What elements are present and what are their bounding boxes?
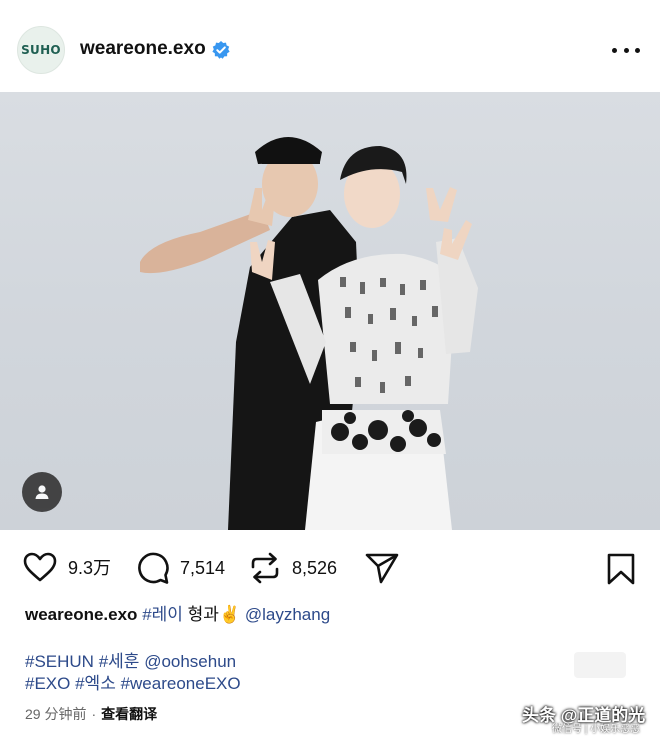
comment-action[interactable]: 7,514 (136, 551, 225, 585)
profile-avatar[interactable]: SUHO (17, 26, 65, 74)
repost-icon[interactable] (248, 551, 282, 585)
blurred-area (574, 652, 626, 678)
tagged-user-icon[interactable] (22, 472, 62, 512)
hashtag-sehun[interactable]: #SEHUN (25, 652, 94, 671)
comment-count: 7,514 (180, 557, 226, 578)
mention-oohsehun[interactable]: @oohsehun (144, 652, 236, 671)
hashtag-exo-korean[interactable]: #엑소 (75, 674, 116, 693)
post-caption: weareone.exo #레이 형과✌️ @layzhang (25, 604, 330, 626)
post-action-bar: 9.3万 7,514 8,526 (0, 545, 660, 591)
repost-action[interactable]: 8,526 (248, 551, 337, 585)
hashtag-line-2: #EXO #엑소 #weareoneEXO (25, 673, 241, 695)
hashtag-sehun-korean[interactable]: #세훈 (99, 652, 140, 671)
like-count: 9.3万 (68, 558, 112, 578)
hashtag-line-1: #SEHUN #세훈 @oohsehun (25, 651, 236, 673)
post-photo[interactable] (0, 92, 660, 530)
avatar-text: SUHO (21, 43, 61, 57)
heart-icon[interactable] (22, 551, 58, 583)
caption-mention[interactable]: @layzhang (245, 605, 330, 624)
post-photo-illustration (140, 137, 478, 530)
meta-separator: · (91, 706, 97, 722)
more-options-icon[interactable] (612, 40, 640, 60)
see-translation-link[interactable]: 查看翻译 (101, 706, 157, 722)
repost-count: 8,526 (292, 557, 338, 578)
caption-text: 형과✌️ (182, 605, 245, 624)
hashtag-weareoneexo[interactable]: #weareoneEXO (121, 674, 241, 693)
post-username[interactable]: weareone.exo (80, 38, 206, 60)
verified-badge-icon (212, 41, 230, 59)
watermark-sub: 微信号 | 小娱乐恶恶 (552, 724, 641, 735)
post-header: SUHO weareone.exo (0, 0, 660, 92)
caption-username[interactable]: weareone.exo (25, 605, 137, 624)
caption-hashtag[interactable]: #레이 (142, 605, 183, 624)
hashtag-exo[interactable]: #EXO (25, 674, 70, 693)
comment-icon[interactable] (136, 551, 170, 585)
share-action[interactable] (364, 551, 400, 585)
post-time: 29 分钟前 (25, 706, 87, 722)
send-icon[interactable] (364, 551, 400, 585)
bookmark-icon[interactable] (606, 552, 636, 586)
post-meta: 29 分钟前 · 查看翻译 (25, 704, 157, 724)
like-action[interactable]: 9.3万 (22, 551, 111, 583)
